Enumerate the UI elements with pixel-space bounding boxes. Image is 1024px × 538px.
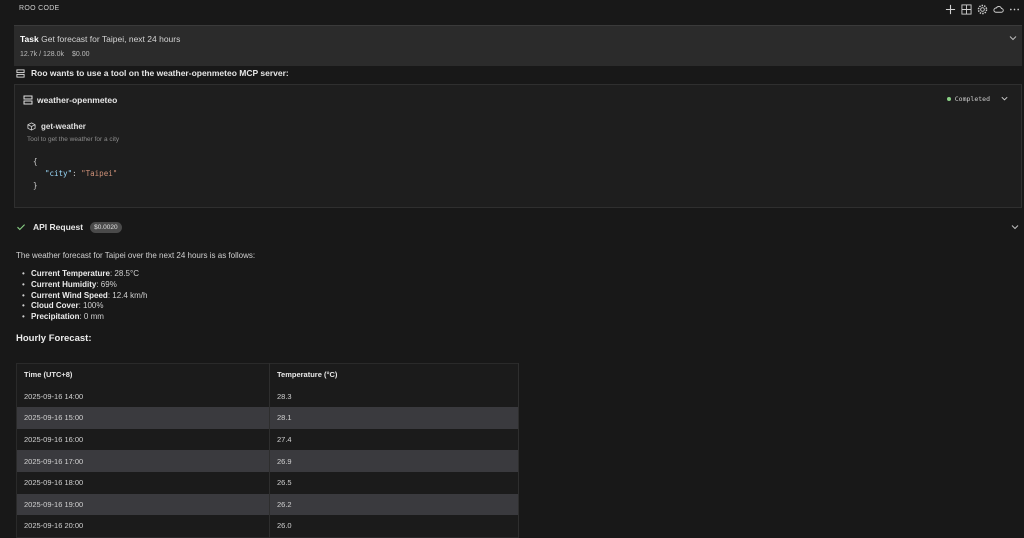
mcp-request-header: Roo wants to use a tool on the weather-o… [16, 68, 289, 78]
item-label: Precipitation [31, 312, 80, 322]
table-cell: 2025-09-16 18:00 [16, 471, 270, 494]
gear-icon[interactable] [975, 2, 990, 17]
mcp-header-text: Roo wants to use a tool on the weather-o… [31, 68, 289, 78]
item-value: : 28.5°C [109, 269, 139, 278]
title-actions [943, 2, 1022, 17]
list-item: Current Humidity: 69% [22, 280, 147, 291]
table-row: 2025-09-16 17:00 26.9 [16, 450, 519, 472]
item-label: Current Wind Speed [31, 290, 108, 300]
title-bar: ROO CODE [0, 0, 1024, 20]
item-value: : 69% [96, 279, 117, 289]
code-close-brace: } [33, 181, 38, 190]
table-row: 2025-09-16 18:00 26.5 [16, 471, 519, 494]
status-badge: Completed [946, 94, 1009, 103]
table-row: 2025-09-16 16:00 27.4 [16, 428, 519, 451]
table-cell: 2025-09-16 15:00 [16, 407, 270, 429]
table-cell: 2025-09-16 14:00 [16, 385, 270, 408]
api-request-label: API Request [33, 222, 84, 232]
list-item: Current Wind Speed: 12.4 km/h [22, 291, 147, 302]
api-request-row[interactable]: API Request $0.0020 [16, 220, 1022, 234]
table-row: 2025-09-16 14:00 28.3 [16, 385, 519, 408]
task-title: Task Get forecast for Taipei, next 24 ho… [20, 34, 180, 44]
server-icon [23, 95, 33, 105]
mcp-tool-card: weather-openmeteo Completed get-weather … [14, 84, 1022, 208]
item-label: Current Temperature [31, 269, 110, 278]
item-label: Current Humidity [31, 279, 97, 289]
cloud-icon[interactable] [991, 2, 1006, 17]
table-cell: 2025-09-16 16:00 [16, 428, 270, 451]
status-dot [946, 96, 951, 101]
table-cell: 2025-09-16 19:00 [16, 493, 270, 516]
table-header-row: Time (UTC+8) Temperature (°C) [16, 363, 519, 386]
chevron-down-icon[interactable] [1000, 94, 1009, 103]
table-cell: 26.9 [269, 450, 519, 472]
arg-value: "Taipei" [81, 169, 118, 178]
table-row: 2025-09-16 15:00 28.1 [16, 407, 519, 429]
table-cell: 26.5 [269, 471, 519, 494]
tool-row: get-weather [27, 122, 86, 131]
table-row: 2025-09-16 20:00 26.0 [16, 515, 519, 538]
arg-key: "city" [45, 169, 73, 178]
column-header: Time (UTC+8) [16, 363, 270, 386]
table-cell: 2025-09-16 20:00 [16, 515, 270, 538]
tool-arguments: { "city": "Taipei" } [33, 156, 117, 192]
item-label: Cloud Cover [31, 301, 79, 311]
history-icon[interactable] [959, 2, 974, 17]
table-row: 2025-09-16 19:00 26.2 [16, 493, 519, 516]
forecast-heading: Hourly Forecast: [16, 333, 92, 344]
task-cost: $0.00 [71, 51, 90, 58]
more-icon[interactable] [1007, 2, 1022, 17]
item-value: : 100% [78, 301, 104, 311]
weather-summary-list: Current Temperature: 28.5°C Current Humi… [22, 269, 147, 323]
table-cell: 26.2 [269, 493, 519, 516]
table-cell: 28.1 [269, 407, 519, 429]
check-icon [17, 224, 25, 231]
package-icon [27, 122, 36, 131]
token-usage: 12.7k / 128.0k [20, 51, 64, 58]
tool-name: get-weather [41, 122, 86, 131]
arg-colon: : [72, 169, 82, 178]
table-cell: 27.4 [269, 428, 519, 451]
response-intro: The weather forecast for Taipei over the… [16, 251, 256, 260]
status-text: Completed [954, 94, 990, 103]
server-row: weather-openmeteo [23, 95, 117, 105]
chevron-down-icon[interactable] [1008, 33, 1018, 43]
task-text: Get forecast for Taipei, next 24 hours [41, 34, 181, 44]
task-header[interactable]: Task Get forecast for Taipei, next 24 ho… [14, 25, 1022, 66]
server-icon [16, 68, 25, 78]
code-open-brace: { [33, 157, 38, 166]
app-title: ROO CODE [19, 5, 60, 12]
task-meta: 12.7k / 128.0k $0.00 [20, 51, 90, 58]
tool-description: Tool to get the weather for a city [27, 136, 120, 143]
cost-badge: $0.0020 [90, 221, 122, 233]
list-item: Current Temperature: 28.5°C [22, 269, 147, 280]
list-item: Precipitation: 0 mm [22, 312, 147, 323]
chevron-down-icon[interactable] [1010, 222, 1020, 232]
table-cell: 26.0 [269, 515, 519, 538]
task-label: Task [20, 34, 39, 44]
code-line: "city": "Taipei" [33, 168, 117, 180]
list-item: Cloud Cover: 100% [22, 301, 147, 312]
forecast-table: Time (UTC+8) Temperature (°C) 2025-09-16… [16, 363, 519, 538]
server-name: weather-openmeteo [37, 95, 118, 105]
item-value: : 12.4 km/h [107, 290, 148, 300]
table-cell: 28.3 [269, 385, 519, 408]
column-header: Temperature (°C) [269, 363, 519, 386]
plus-icon[interactable] [943, 2, 958, 17]
table-cell: 2025-09-16 17:00 [16, 450, 270, 472]
item-value: : 0 mm [79, 312, 104, 322]
